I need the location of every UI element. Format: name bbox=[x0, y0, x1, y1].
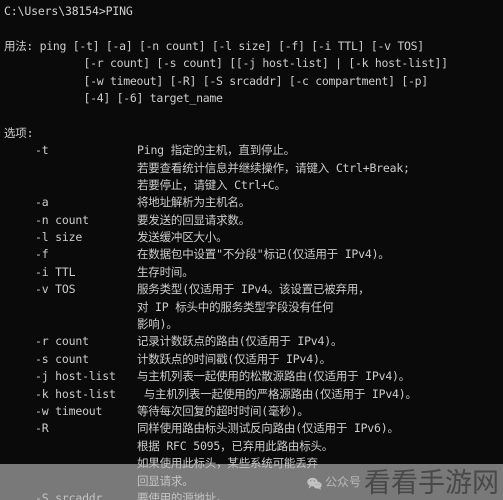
usage-line: [-w timeout] [-R] [-S srcaddr] [-c compa… bbox=[4, 73, 428, 88]
option-row: 若要停止，请键入 Ctrl+C。 bbox=[4, 177, 503, 194]
option-description: 若要查看统计信息并继续操作，请键入 Ctrl+Break; bbox=[137, 160, 410, 175]
option-row: 若要查看统计信息并继续操作，请键入 Ctrl+Break; bbox=[4, 160, 503, 177]
option-row: -n count 要发送的回显请求数。 bbox=[4, 212, 503, 229]
option-flag: -t bbox=[35, 143, 49, 158]
usage-block: 用法: ping [-t] [-a] [-n count] [-l size] … bbox=[4, 38, 503, 108]
option-row: 根据 RFC 5095，已弃用此路由标头。 bbox=[4, 438, 503, 455]
option-description: 计数跃点的时间戳(仅适用于 IPv4)。 bbox=[137, 351, 331, 366]
options-list: -t Ping 指定的主机，直到停止。 若要查看统计信息并继续操作，请键入 Ct… bbox=[4, 142, 503, 500]
option-description: 与主机列表一起使用的严格源路由(仅适用于 IPv4)。 bbox=[137, 386, 417, 401]
option-row: -s count 计数跃点的时间戳(仅适用于 IPv4)。 bbox=[4, 351, 503, 368]
option-row: 回显请求。 bbox=[4, 473, 503, 490]
option-description: 服务类型(仅适用于 IPv4。该设置已被弃用， bbox=[137, 282, 370, 297]
option-description: 若要停止，请键入 Ctrl+C。 bbox=[137, 177, 286, 192]
usage-line: 用法: ping [-t] [-a] [-n count] [-l size] … bbox=[4, 38, 424, 53]
option-flag: -s count bbox=[35, 351, 89, 366]
option-description: 生存时间。 bbox=[137, 264, 194, 279]
option-flag: -w timeout bbox=[35, 403, 103, 418]
option-flag: -a bbox=[35, 195, 49, 210]
option-flag: -j host-list bbox=[35, 369, 116, 384]
option-flag: -n count bbox=[35, 212, 89, 227]
option-description: 记录计数跃点的路由(仅适用于 IPv4)。 bbox=[137, 334, 343, 349]
option-description: 对 IP 标头中的服务类型字段没有任何 bbox=[137, 299, 334, 314]
option-description: 要使用的源地址。 bbox=[137, 490, 228, 500]
option-row: 影响)。 bbox=[4, 316, 503, 333]
option-description: 根据 RFC 5095，已弃用此路由标头。 bbox=[137, 438, 334, 453]
option-description: Ping 指定的主机，直到停止。 bbox=[137, 143, 295, 158]
option-description: 发送缓冲区大小。 bbox=[137, 230, 228, 245]
options-heading: 选项: bbox=[4, 125, 34, 140]
option-flag: -l size bbox=[35, 230, 83, 245]
option-description: 影响)。 bbox=[137, 317, 178, 332]
option-flag: -v TOS bbox=[35, 282, 76, 297]
option-row: -l size 发送缓冲区大小。 bbox=[4, 229, 503, 246]
option-flag: -r count bbox=[35, 334, 89, 349]
option-flag: -S srcaddr bbox=[35, 490, 103, 500]
option-row: -i TTL 生存时间。 bbox=[4, 264, 503, 281]
option-flag: -f bbox=[35, 247, 49, 262]
command-prompt-line: C:\Users\38154>PING bbox=[4, 4, 133, 18]
option-row: -t Ping 指定的主机，直到停止。 bbox=[4, 142, 503, 159]
option-row: 如果使用此标头，某些系统可能丢弃 bbox=[4, 455, 503, 472]
command-prompt-window[interactable]: C:\Users\38154>PING 用法: ping [-t] [-a] [… bbox=[0, 0, 503, 500]
option-row: -a 将地址解析为主机名。 bbox=[4, 194, 503, 211]
option-flag: -R bbox=[35, 421, 49, 436]
option-description: 要发送的回显请求数。 bbox=[137, 212, 250, 227]
option-description: 将地址解析为主机名。 bbox=[137, 195, 250, 210]
option-row: -R 同样使用路由标头测试反向路由(仅适用于 IPv6)。 bbox=[4, 420, 503, 437]
option-description: 同样使用路由标头测试反向路由(仅适用于 IPv6)。 bbox=[137, 421, 399, 436]
option-row: 对 IP 标头中的服务类型字段没有任何 bbox=[4, 299, 503, 316]
option-row: -f 在数据包中设置"不分段"标记(仅适用于 IPv4)。 bbox=[4, 246, 503, 263]
option-description: 回显请求。 bbox=[137, 473, 194, 488]
option-description: 与主机列表一起使用的松散源路由(仅适用于 IPv4)。 bbox=[137, 369, 411, 384]
console-output: C:\Users\38154>PING 用法: ping [-t] [-a] [… bbox=[0, 0, 503, 500]
option-description: 如果使用此标头，某些系统可能丢弃 bbox=[137, 456, 318, 471]
option-row: -S srcaddr 要使用的源地址。 bbox=[4, 490, 503, 500]
option-row: -w timeout 等待每次回复的超时时间(毫秒)。 bbox=[4, 403, 503, 420]
option-flag: -i TTL bbox=[35, 264, 76, 279]
option-description: 在数据包中设置"不分段"标记(仅适用于 IPv4)。 bbox=[137, 247, 390, 262]
option-row: -j host-list 与主机列表一起使用的松散源路由(仅适用于 IPv4)。 bbox=[4, 368, 503, 385]
option-row: -v TOS 服务类型(仅适用于 IPv4。该设置已被弃用， bbox=[4, 281, 503, 298]
usage-line: [-r count] [-s count] [[-j host-list] | … bbox=[4, 56, 448, 71]
option-flag: -k host-list bbox=[35, 386, 116, 401]
usage-line: [-4] [-6] target_name bbox=[4, 90, 223, 105]
option-row: -k host-list 与主机列表一起使用的严格源路由(仅适用于 IPv4)。 bbox=[4, 386, 503, 403]
option-description: 等待每次回复的超时时间(毫秒)。 bbox=[137, 403, 309, 418]
option-row: -r count 记录计数跃点的路由(仅适用于 IPv4)。 bbox=[4, 333, 503, 350]
